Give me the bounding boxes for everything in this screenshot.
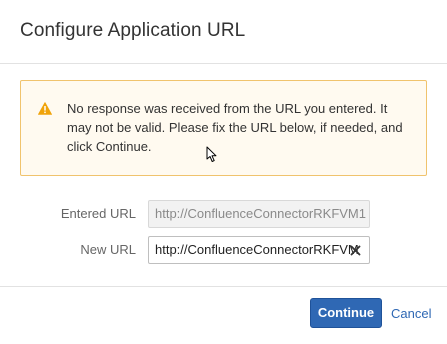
entered-url-field: http://ConfluenceConnectorRKFVM1: [148, 200, 370, 228]
dialog-body: No response was received from the URL yo…: [0, 64, 447, 286]
configure-url-dialog: Configure Application URL No response wa…: [0, 0, 447, 344]
cancel-link[interactable]: Cancel: [391, 306, 431, 321]
new-url-input[interactable]: http://ConfluenceConnectorRKFVM: [148, 236, 370, 264]
warning-text: No response was received from the URL yo…: [67, 101, 403, 154]
warning-message-box: No response was received from the URL yo…: [20, 80, 427, 176]
entered-url-row: Entered URL http://ConfluenceConnectorRK…: [0, 200, 447, 228]
dialog-footer: Continue Cancel: [0, 286, 447, 344]
close-icon[interactable]: [350, 245, 361, 256]
new-url-row: New URL http://ConfluenceConnectorRKFVM: [0, 236, 447, 264]
entered-url-label: Entered URL: [60, 206, 136, 221]
new-url-value: http://ConfluenceConnectorRKFVM: [155, 242, 359, 257]
new-url-label: New URL: [80, 242, 136, 257]
mouse-pointer-icon: [206, 146, 217, 162]
continue-button[interactable]: Continue: [310, 298, 382, 328]
dialog-header: Configure Application URL: [0, 0, 447, 64]
warning-icon: [38, 102, 52, 115]
dialog-title: Configure Application URL: [20, 20, 246, 41]
